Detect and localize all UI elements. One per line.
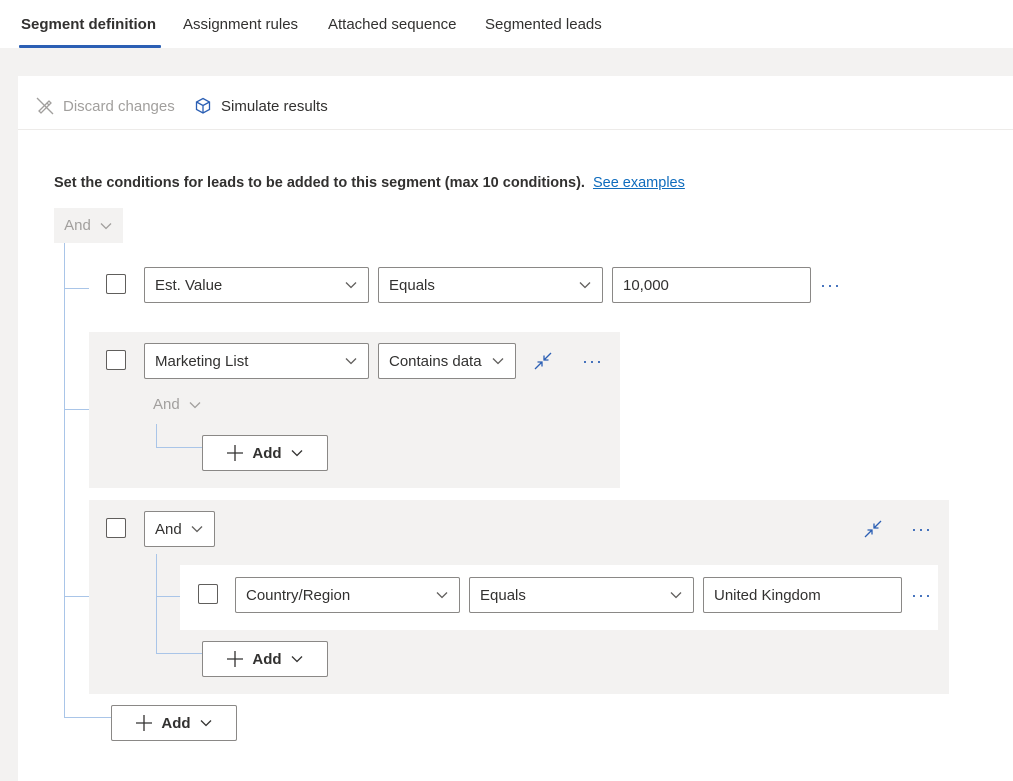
field-dropdown[interactable]: Est. Value	[144, 267, 369, 303]
discard-changes-button[interactable]: Discard changes	[35, 96, 175, 116]
chevron-down-icon	[669, 588, 683, 602]
connector-branch	[156, 596, 180, 597]
cube-icon	[193, 96, 213, 116]
chevron-down-icon	[190, 522, 204, 536]
tab-segmented-leads[interactable]: Segmented leads	[485, 16, 602, 33]
chevron-down-icon	[188, 398, 202, 412]
operator-dropdown-value: Equals	[480, 586, 526, 604]
group-operator-value: And	[155, 520, 182, 538]
tab-assignment-rules[interactable]: Assignment rules	[183, 16, 298, 33]
related-entity-value: Marketing List	[155, 352, 249, 370]
chevron-down-icon	[344, 278, 358, 292]
entity-operator-dropdown[interactable]: Contains data	[378, 343, 516, 379]
inner-operator-label: And	[153, 396, 180, 413]
condition-checkbox[interactable]	[106, 274, 126, 294]
collapse-icon[interactable]	[863, 519, 883, 539]
root-connector-line	[64, 243, 65, 717]
field-dropdown-value: Est. Value	[155, 276, 223, 294]
connector-line	[156, 554, 157, 654]
add-button-label: Add	[252, 444, 282, 462]
group-checkbox[interactable]	[106, 350, 126, 370]
add-button[interactable]: Add	[202, 641, 328, 677]
value-input-text: United Kingdom	[714, 586, 821, 604]
discard-changes-label: Discard changes	[63, 97, 175, 115]
description-text: Set the conditions for leads to be added…	[54, 175, 585, 191]
connector-branch	[156, 653, 202, 654]
value-input-text: 10,000	[623, 276, 669, 294]
plus-icon	[226, 650, 244, 668]
entity-operator-value: Contains data	[389, 352, 482, 370]
field-dropdown-value: Country/Region	[246, 586, 351, 604]
more-options-icon[interactable]: ···	[582, 352, 603, 370]
more-options-icon[interactable]: ···	[820, 276, 841, 294]
see-examples-link[interactable]: See examples	[593, 175, 685, 191]
more-options-icon[interactable]: ···	[911, 586, 932, 604]
inner-operator-dropdown[interactable]: And	[153, 396, 202, 413]
field-dropdown[interactable]: Country/Region	[235, 577, 460, 613]
condition-checkbox[interactable]	[198, 584, 218, 604]
value-input[interactable]: United Kingdom	[703, 577, 902, 613]
tab-attached-sequence[interactable]: Attached sequence	[328, 16, 456, 33]
chevron-down-icon	[344, 354, 358, 368]
root-add-button[interactable]: Add	[111, 705, 237, 741]
add-button[interactable]: Add	[202, 435, 328, 471]
connector-branch	[64, 596, 89, 597]
conditions-description: Set the conditions for leads to be added…	[54, 175, 685, 191]
connector-branch	[156, 447, 202, 448]
group-checkbox[interactable]	[106, 518, 126, 538]
more-options-icon[interactable]: ···	[911, 520, 932, 538]
plus-icon	[135, 714, 153, 732]
add-button-label: Add	[161, 714, 191, 732]
chevron-down-icon	[199, 716, 213, 730]
connector-branch	[64, 288, 89, 289]
value-input[interactable]: 10,000	[612, 267, 811, 303]
group-operator-dropdown[interactable]: And	[144, 511, 215, 547]
connector-branch	[64, 717, 111, 718]
chevron-down-icon	[491, 354, 505, 368]
active-tab-indicator	[19, 45, 161, 48]
simulate-results-button[interactable]: Simulate results	[193, 96, 328, 116]
related-entity-dropdown[interactable]: Marketing List	[144, 343, 369, 379]
chevron-down-icon	[99, 219, 113, 233]
add-button-label: Add	[252, 650, 282, 668]
collapse-icon[interactable]	[533, 351, 553, 371]
chevron-down-icon	[435, 588, 449, 602]
plus-icon	[226, 444, 244, 462]
root-operator-dropdown[interactable]: And	[54, 208, 123, 243]
chevron-down-icon	[290, 446, 304, 460]
chevron-down-icon	[578, 278, 592, 292]
root-operator-label: And	[64, 217, 91, 234]
connector-line	[156, 424, 157, 448]
tab-segment-definition[interactable]: Segment definition	[21, 16, 156, 33]
connector-branch	[64, 409, 89, 410]
operator-dropdown[interactable]: Equals	[469, 577, 694, 613]
toolbar-divider	[18, 129, 1013, 130]
simulate-results-label: Simulate results	[221, 97, 328, 115]
operator-dropdown[interactable]: Equals	[378, 267, 603, 303]
discard-icon	[35, 96, 55, 116]
operator-dropdown-value: Equals	[389, 276, 435, 294]
chevron-down-icon	[290, 652, 304, 666]
